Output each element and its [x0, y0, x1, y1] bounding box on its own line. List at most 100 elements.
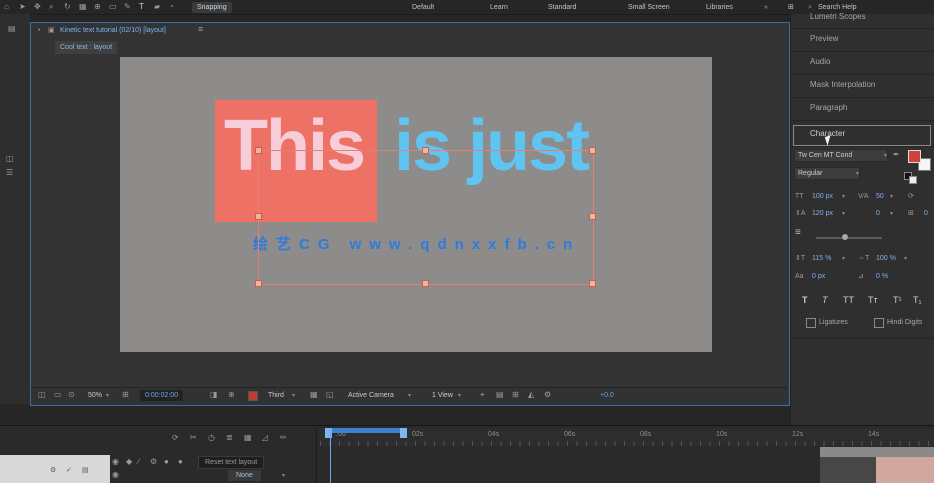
eye-switch-icon[interactable]: ◉: [112, 457, 119, 467]
list-icon[interactable]: ▤: [82, 466, 89, 475]
panel-tab-audio[interactable]: Audio: [810, 57, 830, 67]
zoom-tool-icon[interactable]: ⌕: [49, 2, 53, 12]
selection-handle-s[interactable]: [422, 280, 429, 287]
timeline-button-icon[interactable]: ▤: [496, 390, 504, 400]
work-area-end-handle[interactable]: [400, 428, 407, 438]
frame-blend-icon[interactable]: ≣: [226, 433, 233, 443]
align-panel-icon[interactable]: ☰: [6, 168, 13, 178]
selection-handle-nw[interactable]: [255, 147, 262, 154]
show-snapshot-icon[interactable]: ⊕: [228, 390, 235, 400]
comp-panel-menu-icon[interactable]: ≡: [198, 24, 203, 34]
faux-bold-button[interactable]: T: [802, 295, 808, 306]
solo-switch-icon[interactable]: ◆: [126, 457, 132, 467]
current-time-indicator[interactable]: [330, 428, 331, 483]
selection-handle-sw[interactable]: [255, 280, 262, 287]
font-size-caret-icon[interactable]: ▾: [842, 193, 845, 200]
always-preview-icon[interactable]: ◫: [38, 390, 46, 400]
resolution-dropdown[interactable]: Third: [268, 391, 284, 400]
snapshot-icon[interactable]: ◨: [210, 390, 218, 400]
selection-tool-icon[interactable]: ➤: [19, 2, 26, 12]
pan-behind-tool-icon[interactable]: ⊕: [94, 2, 101, 12]
current-time-field[interactable]: 0:00:02:00: [140, 390, 183, 401]
panel-tab-paragraph[interactable]: Paragraph: [810, 103, 847, 113]
effect-switch-icon[interactable]: ●: [178, 457, 183, 467]
clone-stamp-tool-icon[interactable]: ◔: [169, 2, 174, 12]
baseline-shift-value[interactable]: 0 px: [812, 272, 825, 281]
show-channel-swatch[interactable]: [248, 391, 258, 401]
horizontal-scale-caret-icon[interactable]: ▾: [904, 255, 907, 262]
view-layout-caret-icon[interactable]: ▾: [458, 392, 461, 399]
eyedropper-icon[interactable]: ✒: [893, 150, 900, 160]
subscript-button[interactable]: T₁: [913, 295, 922, 306]
shape-tool-icon[interactable]: ▭: [109, 2, 117, 12]
small-caps-button[interactable]: Tᴛ: [868, 295, 878, 306]
split-layer-icon[interactable]: ✂: [190, 433, 197, 443]
snap-icon[interactable]: ⟳: [172, 433, 179, 443]
flowchart-icon[interactable]: ⊞: [512, 390, 519, 400]
kerning-value[interactable]: 50: [876, 192, 884, 201]
font-family-caret-icon[interactable]: ▾: [884, 152, 887, 159]
draw-icon[interactable]: ✏: [280, 433, 287, 443]
camera-tool-icon[interactable]: ▦: [79, 2, 87, 12]
all-caps-button[interactable]: TT: [843, 295, 854, 306]
shy-icon[interactable]: ◷: [208, 433, 215, 443]
workspace-tab-default[interactable]: Default: [412, 3, 434, 12]
workspace-grid-icon[interactable]: ⊞: [788, 3, 794, 12]
pen-tool-icon[interactable]: ✎: [124, 2, 131, 12]
home-tool-icon[interactable]: ⌂: [4, 2, 9, 12]
workspace-overflow-icon[interactable]: »: [764, 3, 768, 12]
tracking-caret-icon[interactable]: ▾: [890, 210, 893, 217]
work-area-bar[interactable]: [325, 428, 407, 433]
gear-icon[interactable]: ⚙: [50, 466, 56, 475]
pixel-aspect-icon[interactable]: ⌖: [480, 390, 485, 400]
tsume-value[interactable]: 0 %: [876, 272, 888, 281]
horizontal-scale-value[interactable]: 100 %: [876, 254, 896, 263]
ligatures-checkbox[interactable]: [806, 318, 816, 328]
default-stroke-chip[interactable]: [909, 176, 917, 184]
kerning-caret-icon[interactable]: ▾: [890, 193, 893, 200]
leading-value[interactable]: 120 px: [812, 209, 833, 218]
effects-panel-icon[interactable]: ◫: [6, 154, 14, 164]
faux-italic-button[interactable]: T: [822, 295, 828, 306]
magnify-icon[interactable]: ⊙: [68, 390, 75, 400]
panel-tab-preview[interactable]: Preview: [810, 34, 838, 44]
workspace-tab-libraries[interactable]: Libraries: [706, 3, 733, 12]
fast-previews-icon[interactable]: ⚙: [544, 390, 551, 400]
layer-row-icon[interactable]: ◉: [112, 470, 119, 480]
hindi-digits-checkbox[interactable]: [874, 318, 884, 328]
workspace-tab-learn[interactable]: Learn: [490, 3, 508, 12]
stroke-slider-track[interactable]: [816, 237, 882, 239]
panel-tab-lumetri-scopes[interactable]: Lumetri Scopes: [810, 12, 866, 22]
font-size-value[interactable]: 100 px: [812, 192, 833, 201]
leading-caret-icon[interactable]: ▾: [842, 210, 845, 217]
brush-tool-icon[interactable]: ▰: [154, 2, 160, 12]
type-tool-icon[interactable]: T: [139, 2, 144, 12]
check-icon[interactable]: ✓: [66, 466, 72, 475]
region-of-interest-icon[interactable]: ▦: [310, 390, 318, 400]
stroke-width-value[interactable]: 0: [924, 209, 928, 218]
snapping-toggle[interactable]: Snapping: [192, 2, 232, 13]
panel-tab-mask-interpolation[interactable]: Mask Interpolation: [810, 80, 875, 90]
selection-handle-e[interactable]: [589, 213, 596, 220]
graph-editor-icon[interactable]: ◿: [262, 433, 268, 443]
vertical-scale-value[interactable]: 115 %: [812, 254, 831, 263]
camera-view-dropdown[interactable]: Active Camera: [348, 391, 394, 400]
workspace-tab-small-screen[interactable]: Small Screen: [628, 3, 670, 12]
superscript-button[interactable]: T¹: [893, 295, 902, 306]
selection-handle-n[interactable]: [422, 147, 429, 154]
character-menu-icon[interactable]: ≡: [795, 228, 801, 238]
font-family-dropdown[interactable]: Tw Cen MT Cond: [794, 149, 888, 162]
camera-caret-icon[interactable]: ▾: [408, 392, 411, 399]
reset-exposure-icon[interactable]: ◭: [528, 390, 534, 400]
tracking-value[interactable]: 0: [876, 209, 880, 218]
project-panel-icon[interactable]: ▤: [8, 24, 16, 34]
grid-guides-icon[interactable]: ⊞: [122, 390, 129, 400]
layer-name-box[interactable]: Reset text layout: [198, 456, 264, 469]
selection-handle-ne[interactable]: [589, 147, 596, 154]
comp-viewer-label[interactable]: Cool text : layout: [55, 41, 117, 54]
preview-monitor-icon[interactable]: ▭: [54, 390, 62, 400]
view-layout-dropdown[interactable]: 1 View: [432, 391, 453, 400]
hand-tool-icon[interactable]: ✥: [34, 2, 41, 12]
rotate-tool-icon[interactable]: ↻: [64, 2, 71, 12]
zoom-caret-icon[interactable]: ▾: [106, 392, 109, 399]
